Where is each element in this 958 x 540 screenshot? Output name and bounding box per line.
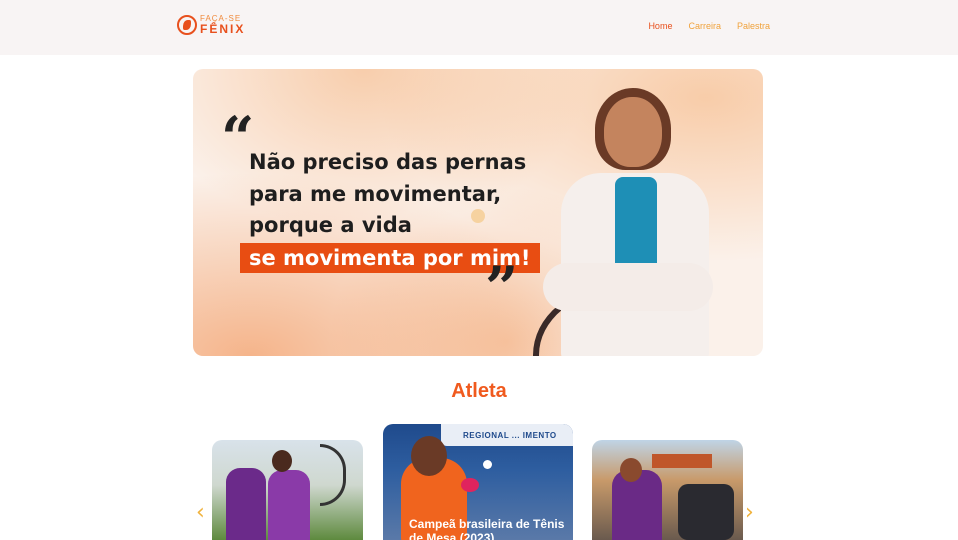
portrait-shirt	[615, 177, 657, 273]
decorative-orb	[471, 209, 485, 223]
brand-logo[interactable]: FAÇA-SE FÊNIX	[177, 15, 245, 35]
archer-figure	[268, 470, 310, 540]
equipment-shape	[678, 484, 734, 540]
hero-quote: Não preciso das pernas para me movimenta…	[249, 147, 526, 242]
athlete-figure	[612, 470, 662, 540]
archer-figure	[226, 468, 266, 540]
athlete-carousel: ‹ REGIONAL ... IMENTO Campeã brasileira …	[0, 424, 958, 540]
roof-shape	[652, 454, 712, 468]
portrait-face	[604, 97, 662, 167]
quote-line-2: para me movimentar,	[249, 181, 502, 206]
phoenix-icon	[177, 15, 197, 35]
athlete-head	[620, 458, 642, 482]
nav-link-carreira[interactable]: Carreira	[688, 21, 721, 31]
chevron-left-icon[interactable]: ‹	[196, 502, 205, 524]
close-quote-mark: ”	[485, 254, 519, 322]
card-caption: Campeã brasileira de Tênis de Mesa (2023…	[409, 517, 565, 540]
ball-icon	[483, 460, 492, 469]
portrait-lap	[543, 263, 713, 311]
section-title-atleta: Atleta	[451, 380, 507, 402]
chevron-right-icon[interactable]: ›	[745, 502, 754, 524]
carousel-card-active[interactable]: REGIONAL ... IMENTO Campeã brasileira de…	[383, 424, 573, 540]
top-navbar: FAÇA-SE FÊNIX Home Carreira Palestra	[0, 0, 958, 55]
hero-portrait	[533, 85, 733, 356]
event-banner-text: REGIONAL ... IMENTO	[463, 431, 557, 440]
hero-banner: “ Não preciso das pernas para me movimen…	[193, 69, 763, 356]
paddle-icon	[461, 478, 479, 492]
nav-link-home[interactable]: Home	[648, 21, 672, 31]
carousel-card[interactable]	[212, 440, 363, 540]
brand-line-2: FÊNIX	[200, 22, 246, 36]
brand-wordmark: FAÇA-SE FÊNIX	[200, 15, 246, 36]
nav-link-palestra[interactable]: Palestra	[737, 21, 770, 31]
player-head	[411, 436, 447, 476]
main-nav: Home Carreira Palestra	[648, 21, 770, 31]
archer-head	[272, 450, 292, 472]
quote-line-1: Não preciso das pernas	[249, 150, 527, 174]
bow-shape	[320, 444, 346, 506]
carousel-card[interactable]	[592, 440, 743, 540]
